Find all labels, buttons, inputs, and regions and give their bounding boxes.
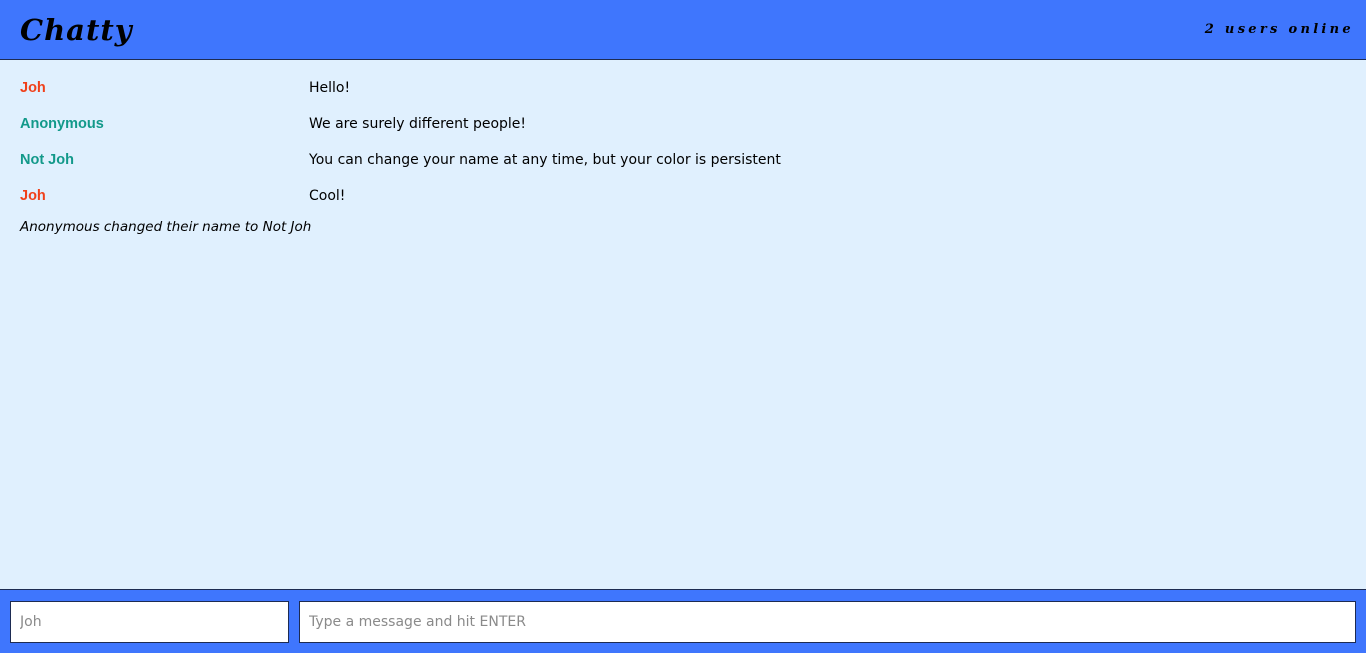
- message-content: Hello!: [309, 80, 351, 96]
- message-username: Joh: [20, 188, 46, 204]
- message-content: Cool!: [309, 188, 346, 204]
- message: Anonymous We are surely different people…: [20, 114, 1320, 134]
- message-username: Joh: [20, 80, 46, 96]
- system-notification: Anonymous changed their name to Not Joh: [20, 219, 312, 235]
- navbar: Chatty 2 users online: [0, 0, 1366, 60]
- message: Joh Cool!: [20, 186, 1320, 206]
- app-brand[interactable]: Chatty: [20, 12, 133, 48]
- message-username: Not Joh: [20, 152, 74, 168]
- message-input[interactable]: [299, 601, 1356, 643]
- message-content: We are surely different people!: [309, 116, 527, 132]
- users-online-count: 2 users online: [1204, 22, 1354, 37]
- message-username: Anonymous: [20, 116, 104, 132]
- message-content: You can change your name at any time, bu…: [309, 152, 781, 168]
- chat-bar: [0, 589, 1366, 653]
- message: Not Joh You can change your name at any …: [20, 150, 1320, 170]
- message: Joh Hello!: [20, 78, 1320, 98]
- username-input[interactable]: [10, 601, 289, 643]
- message-list[interactable]: Joh Hello! Anonymous We are surely diffe…: [0, 61, 1366, 589]
